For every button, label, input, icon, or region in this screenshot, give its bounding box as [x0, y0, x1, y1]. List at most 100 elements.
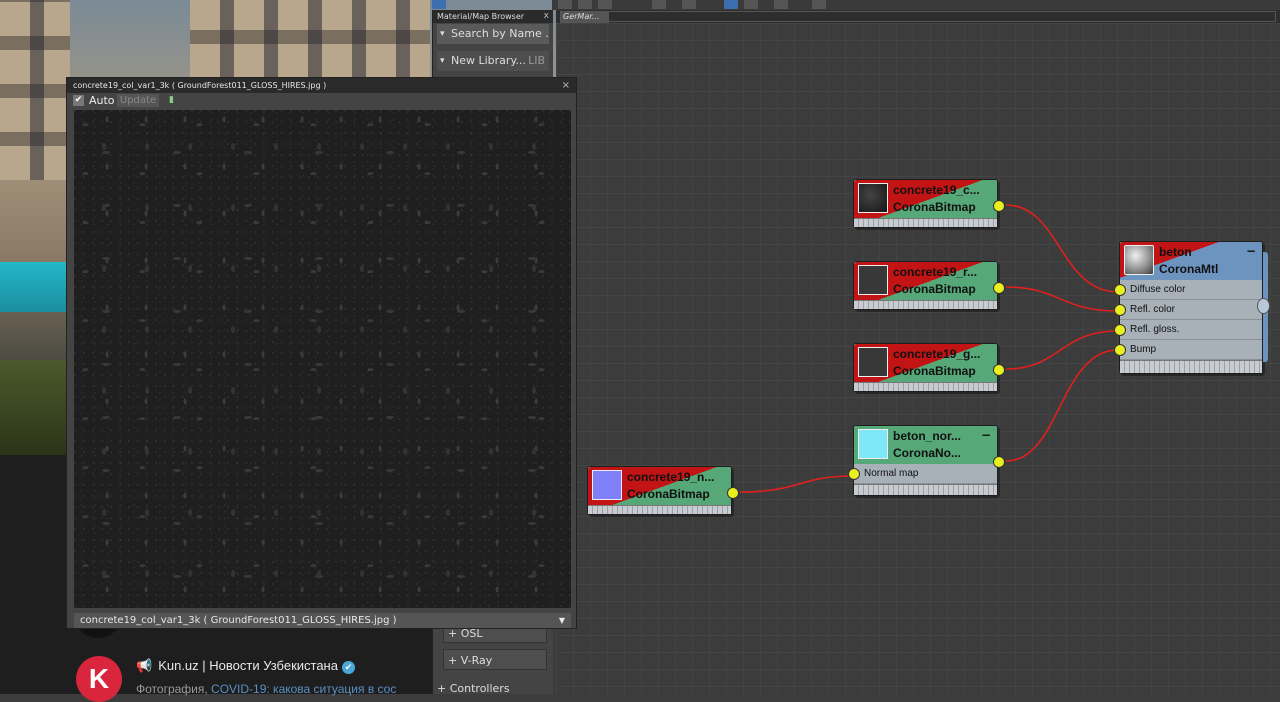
slot-label: Normal map	[864, 468, 919, 479]
close-icon[interactable]: ×	[562, 78, 570, 93]
auto-checkbox[interactable]: ✔	[73, 95, 84, 106]
slot-label: Diffuse color	[1130, 284, 1186, 295]
delete-icon[interactable]	[598, 0, 612, 9]
input-port[interactable]	[1114, 284, 1126, 296]
node-thumbnail	[858, 183, 888, 213]
category-controllers[interactable]: + Controllers	[437, 682, 510, 695]
output-port[interactable]	[993, 200, 1005, 212]
bitmap-node-normal[interactable]: concrete19_n... CoronaBitmap	[587, 466, 739, 515]
verified-icon: ✔	[341, 661, 355, 674]
slot-label: Refl. color	[1130, 304, 1176, 315]
chat-title: 📢 Kun.uz | Новости Узбекистана ✔	[136, 658, 355, 674]
node-name: concrete19_n...	[627, 470, 715, 484]
node-name: beton_nor...	[893, 429, 962, 443]
node-header: concrete19_n... CoronaBitmap	[588, 467, 731, 505]
input-port[interactable]	[1114, 324, 1126, 336]
new-library-button[interactable]: New Library... LIB	[437, 51, 549, 71]
view-tab-strip: GerMar...	[556, 10, 1280, 23]
node-type: CoronaBitmap	[893, 364, 976, 378]
node-thumbnail	[858, 429, 888, 459]
bitmap-node-diffuse[interactable]: concrete19_c... CoronaBitmap	[853, 179, 1005, 228]
node-name: concrete19_g...	[893, 347, 981, 361]
channel-icon[interactable]: ▮	[169, 95, 177, 106]
fit-icon[interactable]	[774, 0, 788, 9]
layout-icon[interactable]	[652, 0, 666, 9]
slot-diffuse-color[interactable]: Diffuse color	[1114, 280, 1262, 300]
category-vray[interactable]: + V-Ray	[443, 649, 547, 670]
grid-icon[interactable]	[724, 0, 738, 9]
viewer-toolbar: ✔ Auto Update ▮	[67, 93, 576, 109]
node-thumbnail	[592, 470, 622, 500]
input-port[interactable]	[1114, 344, 1126, 356]
node-footer	[854, 218, 997, 227]
move-icon[interactable]	[558, 0, 572, 9]
slot-refl-gloss[interactable]: Refl. gloss.	[1114, 320, 1262, 340]
node-type: CoronaBitmap	[893, 200, 976, 214]
chat-list-item[interactable]: K 📢 Kun.uz | Новости Узбекистана ✔ Фотогра…	[66, 640, 432, 702]
tab-view[interactable]: GerMar...	[560, 11, 609, 23]
select-tool-icon[interactable]	[432, 0, 446, 9]
node-thumbnail	[858, 347, 888, 377]
node-name: concrete19_c...	[893, 183, 980, 197]
search-input[interactable]: Search by Name ...	[437, 24, 549, 44]
pool-area	[0, 262, 72, 312]
output-port[interactable]	[727, 487, 739, 499]
input-port[interactable]	[1114, 304, 1126, 316]
chevron-down-icon[interactable]: ▼	[559, 613, 565, 628]
node-header: concrete19_g... CoronaBitmap	[854, 344, 997, 382]
node-type: CoronaMtl	[1159, 262, 1219, 276]
texture-viewer-window: concrete19_col_var1_3k ( GroundForest011…	[66, 77, 577, 629]
viewer-footer-label: concrete19_col_var1_3k ( GroundForest011…	[80, 615, 397, 626]
slate-toolbar	[432, 0, 1280, 10]
bitmap-node-reflection[interactable]: concrete19_r... CoronaBitmap	[853, 261, 1005, 310]
update-button[interactable]: Update	[117, 94, 159, 107]
bitmap-node-gloss[interactable]: concrete19_g... CoronaBitmap	[853, 343, 1005, 392]
pick-icon[interactable]	[578, 0, 592, 9]
node-name: beton	[1159, 245, 1192, 259]
viewer-title: concrete19_col_var1_3k ( GroundForest011…	[73, 81, 327, 90]
view-icon[interactable]	[682, 0, 696, 9]
viewer-map-select[interactable]: concrete19_col_var1_3k ( GroundForest011…	[74, 613, 571, 628]
checker-icon[interactable]	[744, 0, 758, 9]
zoom-icon[interactable]	[812, 0, 826, 9]
node-header: concrete19_r... CoronaBitmap	[854, 262, 997, 300]
browser-title: Material/Map Browser	[437, 12, 525, 21]
channel-name: Kun.uz | Новости Узбекистана	[158, 658, 338, 673]
material-sphere-thumbnail	[1124, 245, 1154, 275]
output-port[interactable]	[993, 456, 1005, 468]
input-port[interactable]	[848, 468, 860, 480]
browser-title-bar[interactable]: Material/Map Browser x	[433, 10, 553, 23]
node-footer	[1120, 360, 1262, 373]
node-footer	[854, 300, 997, 309]
node-footer	[854, 382, 997, 391]
output-port[interactable]	[993, 364, 1005, 376]
avatar: K	[76, 656, 122, 702]
texture-preview	[74, 110, 571, 608]
node-header: beton CoronaMtl −	[1120, 242, 1262, 280]
viewer-title-bar[interactable]: concrete19_col_var1_3k ( GroundForest011…	[67, 78, 576, 93]
slot-refl-color[interactable]: Refl. color	[1114, 300, 1262, 320]
megaphone-icon: 📢	[136, 658, 153, 673]
tab-strip-line	[608, 11, 1276, 22]
corona-normal-node[interactable]: beton_nor... CoronaNo... − Normal map	[848, 425, 1005, 496]
output-port[interactable]	[1257, 298, 1270, 314]
slot-bump[interactable]: Bump	[1114, 340, 1262, 360]
node-thumbnail	[858, 265, 888, 295]
collapse-icon[interactable]: −	[981, 428, 991, 442]
node-header: beton_nor... CoronaNo... −	[854, 426, 997, 464]
collapse-icon[interactable]: −	[1246, 244, 1256, 258]
close-icon[interactable]: x	[544, 10, 549, 23]
building-left	[0, 0, 70, 180]
new-library-label: New Library...	[451, 54, 526, 67]
slot-label: Bump	[1130, 344, 1157, 355]
grass-area	[0, 360, 72, 455]
slot-normal-map[interactable]: Normal map	[848, 464, 997, 484]
building-right	[190, 0, 430, 78]
corona-material-node[interactable]: beton CoronaMtl − Diffuse color Refl. co…	[1114, 241, 1270, 374]
node-header: concrete19_c... CoronaBitmap	[854, 180, 997, 218]
node-type: CoronaBitmap	[893, 282, 976, 296]
node-type: CoronaNo...	[893, 446, 961, 460]
output-port[interactable]	[993, 282, 1005, 294]
node-footer	[854, 484, 997, 495]
node-name: concrete19_r...	[893, 265, 978, 279]
